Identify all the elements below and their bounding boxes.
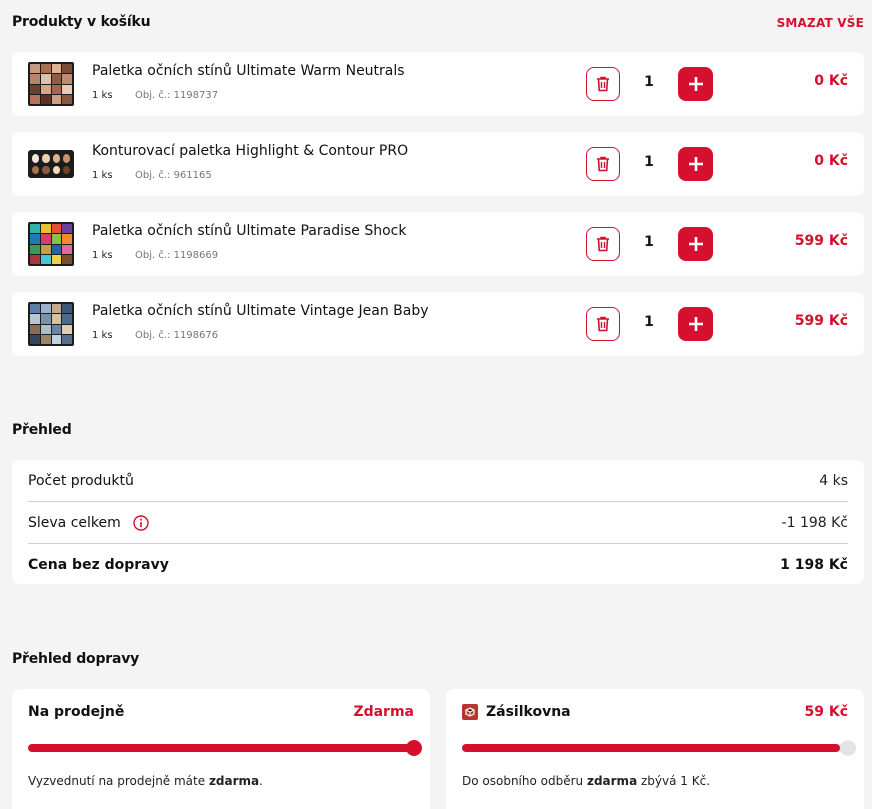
order-summary: Počet produktů 4 ks Sleva celkem -1 198 … [12, 460, 864, 584]
item-price: 599 Kč [794, 313, 848, 329]
summary-label: Cena bez dopravy [28, 557, 169, 573]
summary-value: -1 198 Kč [781, 514, 848, 531]
remove-item-button[interactable] [586, 147, 620, 181]
product-thumbnail [28, 62, 74, 106]
plus-icon [688, 77, 703, 91]
product-quantity-unit: 1 ks [92, 90, 113, 101]
product-name[interactable]: Paletka očních stínů Ultimate Vintage Je… [92, 303, 429, 319]
note-text: zbývá 1 Kč. [637, 774, 711, 788]
plus-icon [688, 317, 703, 331]
shipping-option-store[interactable]: Na prodejně Zdarma Vyzvednutí na prodejn… [12, 689, 430, 809]
shipping-option-zasilkovna[interactable]: Zásilkovna 59 Kč Do osobního odběru zdar… [446, 689, 864, 809]
cart-item: Paletka očních stínů Ultimate Vintage Je… [12, 292, 864, 356]
cart-item: Paletka očních stínů Ultimate Warm Neutr… [12, 52, 864, 116]
item-price: 599 Kč [794, 233, 848, 249]
product-thumbnail [28, 302, 74, 346]
summary-value: 4 ks [819, 472, 848, 489]
cart-item: Paletka očních stínů Ultimate Paradise S… [12, 212, 864, 276]
note-highlight: zdarma [586, 774, 638, 788]
product-thumbnail [28, 150, 74, 178]
note-highlight: zdarma [208, 774, 260, 788]
shipping-note: Vyzvednutí na prodejně máte zdarma. [28, 774, 263, 788]
note-text: . [259, 774, 263, 788]
summary-row-total: Cena bez dopravy 1 198 Kč [28, 544, 848, 586]
progress-fill [28, 744, 414, 752]
item-quantity: 1 [644, 74, 654, 90]
shipping-option-price: Zdarma [353, 704, 414, 720]
cart-item: Konturovací paletka Highlight & Contour … [12, 132, 864, 196]
shipping-note: Do osobního odběru zdarma zbývá 1 Kč. [462, 774, 710, 788]
plus-icon [688, 157, 703, 171]
clear-all-button[interactable]: SMAZAT VŠE [777, 16, 864, 30]
zasilkovna-logo-icon [462, 704, 478, 720]
progress-knob [840, 740, 856, 756]
increase-quantity-button[interactable] [678, 307, 713, 341]
product-code: Obj. č.: 1198669 [135, 250, 219, 261]
product-name[interactable]: Konturovací paletka Highlight & Contour … [92, 143, 408, 159]
item-quantity: 1 [644, 234, 654, 250]
product-quantity-unit: 1 ks [92, 330, 113, 341]
increase-quantity-button[interactable] [678, 227, 713, 261]
product-quantity-unit: 1 ks [92, 170, 113, 181]
product-name[interactable]: Paletka očních stínů Ultimate Paradise S… [92, 223, 406, 239]
remove-item-button[interactable] [586, 227, 620, 261]
summary-label: Sleva celkem [28, 514, 121, 531]
product-code: Obj. č.: 961165 [135, 170, 212, 181]
product-thumbnail [28, 222, 74, 266]
item-price: 0 Kč [814, 153, 848, 169]
shipping-option-price: 59 Kč [804, 704, 848, 720]
free-shipping-progress [462, 740, 856, 756]
product-quantity-unit: 1 ks [92, 250, 113, 261]
free-shipping-progress [28, 740, 422, 756]
trash-icon [597, 156, 609, 172]
increase-quantity-button[interactable] [678, 147, 713, 181]
summary-value: 1 198 Kč [780, 557, 848, 573]
item-quantity: 1 [644, 154, 654, 170]
shipping-option-name: Na prodejně [28, 704, 125, 720]
increase-quantity-button[interactable] [678, 67, 713, 101]
remove-item-button[interactable] [586, 67, 620, 101]
progress-fill [462, 744, 841, 752]
trash-icon [597, 76, 609, 92]
progress-knob [406, 740, 422, 756]
remove-item-button[interactable] [586, 307, 620, 341]
summary-row-product-count: Počet produktů 4 ks [28, 460, 848, 502]
item-price: 0 Kč [814, 73, 848, 89]
summary-row-discount: Sleva celkem -1 198 Kč [28, 502, 848, 544]
summary-label-wrap: Sleva celkem [28, 515, 149, 531]
summary-label: Počet produktů [28, 472, 134, 489]
cart-title: Produkty v košíku [12, 14, 151, 30]
product-name[interactable]: Paletka očních stínů Ultimate Warm Neutr… [92, 63, 405, 79]
plus-icon [688, 237, 703, 251]
shipping-title: Přehled dopravy [12, 651, 140, 667]
shipping-option-name: Zásilkovna [486, 704, 571, 720]
item-quantity: 1 [644, 314, 654, 330]
info-icon[interactable] [133, 514, 149, 531]
note-text: Do osobního odběru [462, 774, 587, 788]
product-code: Obj. č.: 1198737 [135, 90, 219, 101]
product-code: Obj. č.: 1198676 [135, 330, 219, 341]
trash-icon [597, 316, 609, 332]
shipping-option-header: Zásilkovna [462, 704, 571, 720]
note-text: Vyzvednutí na prodejně máte [28, 774, 209, 788]
trash-icon [597, 236, 609, 252]
overview-title: Přehled [12, 422, 72, 438]
